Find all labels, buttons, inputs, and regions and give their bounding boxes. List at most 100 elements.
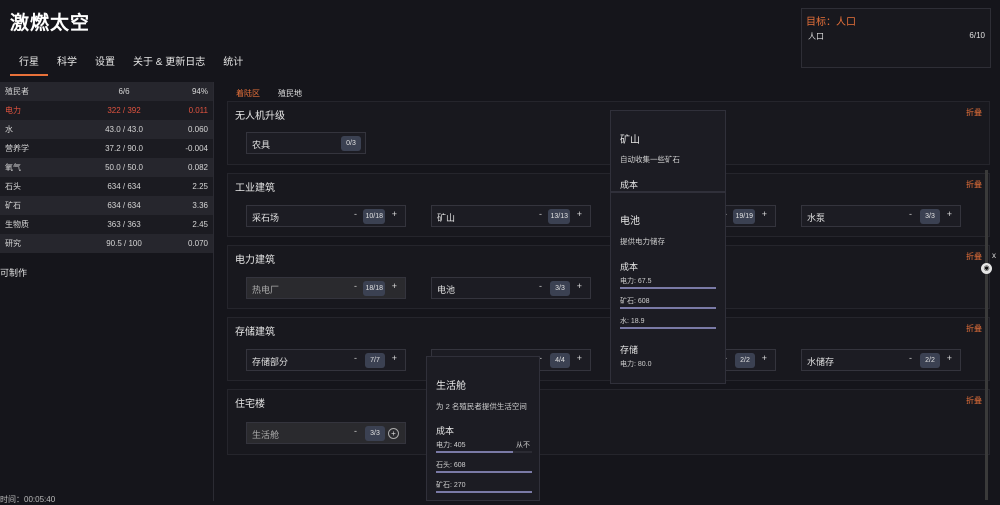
building-water-pump[interactable]: 水泵 - 3/3 + [801, 205, 961, 227]
app-title: 激燃太空 [10, 13, 91, 34]
resource-name: 营养学 [5, 144, 29, 153]
tooltip-battery: 电池 提供电力储存 成本 电力: 67.5 矿石: 608 水: 18.9 存储… [610, 192, 726, 384]
building-farm-tools[interactable]: 农具 0/3 [246, 132, 366, 154]
resource-name: 生物质 [5, 220, 29, 229]
section-power: 电力建筑 折叠 热电厂 - 18/18 + 电池 - 3/3 + [227, 245, 990, 309]
building-battery[interactable]: 电池 - 3/3 + [431, 277, 591, 299]
building-name: 生活舱 [252, 430, 280, 440]
tooltip-description: 提供电力储存 [620, 237, 665, 246]
building-habitat[interactable]: 生活舱 - 3/3 + [246, 422, 406, 444]
resource-rate: 0.011 [188, 106, 208, 115]
fold-button[interactable]: 折叠 [966, 251, 982, 262]
resource-amount: 37.2 / 90.0 [105, 144, 143, 153]
resource-name: 殖民者 [5, 87, 29, 96]
increase-button[interactable]: + [388, 428, 399, 439]
decrease-button[interactable]: - [539, 209, 542, 219]
section-storage: 存储建筑 折叠 存储部分 - 7/7 + - 4/4 + - 2/2 + 水储存… [227, 317, 990, 381]
tooltip-cost-heading: 成本 [620, 180, 639, 190]
cost-eta: 从不 [516, 442, 530, 449]
subtab-landing-zone[interactable]: 着陆区 [236, 88, 260, 99]
decrease-button[interactable]: - [909, 353, 912, 363]
increase-button[interactable]: + [762, 353, 767, 363]
building-count: 3/3 [920, 209, 940, 224]
github-icon[interactable]: ◉ [981, 263, 992, 274]
tooltip-title: 电池 [620, 216, 640, 227]
resource-name: 电力 [5, 106, 21, 115]
increase-button[interactable]: + [577, 353, 582, 363]
resource-rate: 2.25 [192, 182, 208, 191]
resource-rate: 0.060 [187, 125, 208, 134]
building-name: 农具 [252, 140, 271, 150]
section-housing: 住宅楼 折叠 生活舱 - 3/3 + [227, 389, 990, 455]
resource-rate: 0.082 [187, 163, 208, 172]
resource-amount: 90.5 / 100 [106, 239, 142, 248]
building-count: 3/3 [550, 281, 570, 296]
decrease-button[interactable]: - [909, 209, 912, 219]
building-water-storage[interactable]: 水储存 - 2/2 + [801, 349, 961, 371]
tab-about-changelog[interactable]: 关于 & 更新日志 [124, 50, 214, 76]
goal-panel: 目标：人口 人口 6/10 [801, 8, 991, 68]
decrease-button[interactable]: - [354, 281, 357, 291]
resource-row-stone: 石头 634 / 634 2.25 [0, 177, 213, 196]
decrease-button[interactable]: - [354, 209, 357, 219]
cost-line: 矿石: 270 [436, 482, 466, 489]
section-drone-upgrades: 无人机升级 折叠 农具 0/3 [227, 101, 990, 165]
building-quarry[interactable]: 采石场 - 10/18 + [246, 205, 406, 227]
fold-button[interactable]: 折叠 [966, 395, 982, 406]
subtab-colony[interactable]: 殖民地 [278, 88, 302, 99]
resource-row-biomass: 生物质 363 / 363 2.45 [0, 215, 213, 234]
building-count: 2/2 [735, 353, 755, 368]
building-count: 3/3 [365, 426, 385, 441]
storage-line: 电力: 80.0 [620, 361, 652, 368]
resource-rate: 3.36 [192, 201, 208, 210]
cost-progress-bar [436, 451, 532, 453]
increase-button[interactable]: + [577, 281, 582, 291]
building-mine[interactable]: 矿山 - 13/13 + [431, 205, 591, 227]
decrease-button[interactable]: - [539, 281, 542, 291]
tab-statistics[interactable]: 统计 [214, 50, 252, 76]
tab-planet[interactable]: 行星 [10, 50, 48, 76]
fold-button[interactable]: 折叠 [966, 179, 982, 190]
craftable-heading: 可制作 [0, 268, 28, 278]
increase-button[interactable]: + [947, 209, 952, 219]
increase-button[interactable]: + [762, 209, 767, 219]
section-title: 住宅楼 [235, 399, 265, 410]
increase-button[interactable]: + [392, 353, 397, 363]
increase-button[interactable]: + [392, 281, 397, 291]
sub-tabs: 着陆区 殖民地 [236, 88, 302, 99]
increase-button[interactable]: + [577, 209, 582, 219]
resource-amount: 50.0 / 50.0 [105, 163, 143, 172]
decrease-button[interactable]: - [354, 426, 357, 436]
building-count: 13/13 [548, 209, 570, 224]
building-thermal-plant[interactable]: 热电厂 - 18/18 + [246, 277, 406, 299]
cost-line: 电力: 405 [436, 442, 466, 449]
fold-button[interactable]: 折叠 [966, 323, 982, 334]
close-icon[interactable]: x [992, 251, 996, 260]
resource-sidebar: 殖民者 6/6 94% 电力 322 / 392 0.011 水 43.0 / … [0, 82, 214, 501]
resource-rate: 0.070 [187, 239, 208, 248]
resource-row-nutrition: 营养学 37.2 / 90.0 -0.004 [0, 139, 213, 158]
scrollbar[interactable] [985, 170, 988, 500]
resource-name: 研究 [5, 239, 21, 248]
increase-button[interactable]: + [947, 353, 952, 363]
resource-amount: 6/6 [118, 87, 130, 96]
goal-title: 目标：人口 [806, 17, 856, 28]
tooltip-mine: 矿山 自动收集一些矿石 成本 [610, 110, 726, 192]
building-name: 采石场 [252, 213, 280, 223]
cost-progress-bar [620, 307, 716, 309]
building-count: 18/18 [363, 281, 385, 296]
building-count: 0/3 [341, 136, 361, 151]
tab-science[interactable]: 科学 [48, 50, 86, 76]
increase-button[interactable]: + [392, 209, 397, 219]
building-storage-unit[interactable]: 存储部分 - 7/7 + [246, 349, 406, 371]
resource-row-oxygen: 氧气 50.0 / 50.0 0.082 [0, 158, 213, 177]
resource-amount: 43.0 / 43.0 [105, 125, 143, 134]
resource-amount: 322 / 392 [107, 106, 141, 115]
decrease-button[interactable]: - [354, 353, 357, 363]
cost-line: 矿石: 608 [620, 298, 650, 305]
cost-progress-bar [620, 327, 716, 329]
resource-rate: -0.004 [185, 144, 208, 153]
tab-settings[interactable]: 设置 [86, 50, 124, 76]
fold-button[interactable]: 折叠 [966, 107, 982, 118]
building-name: 存储部分 [252, 357, 289, 367]
